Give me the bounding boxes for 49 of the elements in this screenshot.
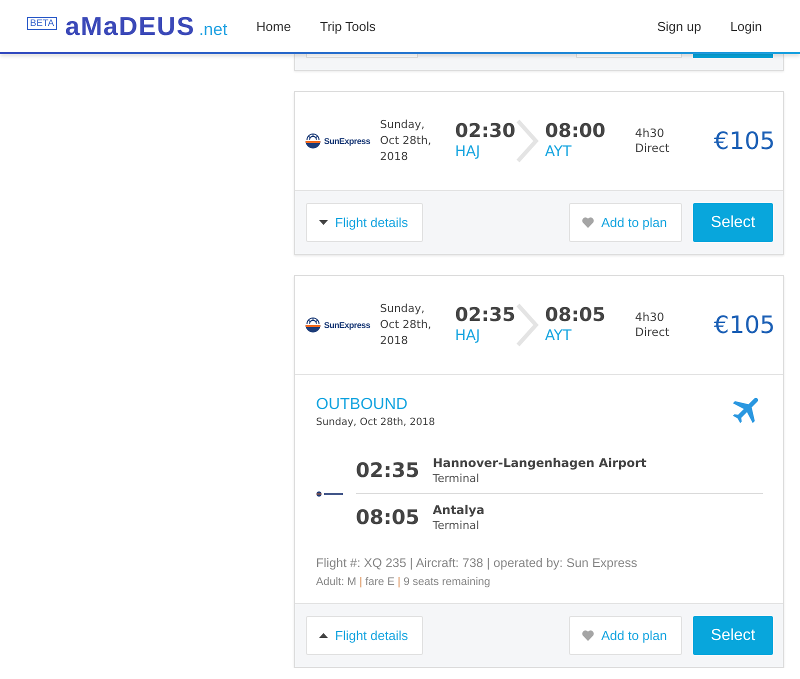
segment-time: 02:35 <box>356 458 420 482</box>
site-logo[interactable]: aMaDEUS <box>65 11 195 41</box>
flight-info: Flight #: XQ 235 | Aircraft: 738 | operated by: Sun Express <box>316 555 638 571</box>
nav-link[interactable]: Trip Tools <box>320 18 376 34</box>
departure-airport: HAJ <box>455 327 480 346</box>
airport-name: Antalya <box>432 502 484 518</box>
price: €105 <box>714 127 775 155</box>
fare-info: Adult: M | fare E | 9 seats remaining <box>316 575 492 589</box>
outbound-heading: OUTBOUND <box>316 396 408 414</box>
airport-name: Hannover-Langenhagen Airport <box>432 454 647 470</box>
segment-time: 08:05 <box>356 505 420 529</box>
departure-time: 02:35 <box>455 304 516 326</box>
stops: Direct <box>635 325 670 340</box>
beta-badge: BETA <box>27 16 58 30</box>
heart-icon <box>582 217 594 228</box>
flight-date: Sunday, Oct 28th, 2018 <box>380 117 432 165</box>
airline-name: SunExpress <box>324 320 370 330</box>
arrival-airport: AYT <box>545 327 572 346</box>
account-link[interactable]: Login <box>730 18 762 34</box>
duration: 4h30 <box>635 126 664 141</box>
select-button[interactable]: Select <box>693 203 773 242</box>
arrival-time: 08:05 <box>545 304 606 326</box>
price: €105 <box>714 311 775 339</box>
chevron-icon <box>515 119 539 163</box>
nav-link[interactable]: Home <box>256 18 291 34</box>
site-logo-suffix: .net <box>198 20 228 40</box>
airline-name: SunExpress <box>324 136 370 146</box>
arrival-time: 08:00 <box>545 120 606 142</box>
airline-logo-icon <box>305 317 321 333</box>
airline-logo-icon <box>316 490 344 496</box>
outbound-date: Sunday, Oct 28th, 2018 <box>316 416 436 430</box>
flight-details-button[interactable]: Flight details <box>306 616 423 655</box>
add-to-plan-button[interactable]: Add to plan <box>569 616 682 655</box>
heart-icon <box>582 630 594 641</box>
flight-date: Sunday, Oct 28th, 2018 <box>380 301 432 349</box>
add-to-plan-button[interactable]: Add to plan <box>569 203 682 242</box>
airline-logo-icon <box>305 133 321 149</box>
arrival-airport: AYT <box>545 143 572 162</box>
select-button[interactable]: Select <box>693 616 773 655</box>
stops: Direct <box>635 141 670 156</box>
terminal-label: Terminal <box>432 518 480 532</box>
duration: 4h30 <box>635 310 664 325</box>
account-link[interactable]: Sign up <box>657 18 702 34</box>
departure-airport: HAJ <box>455 143 480 162</box>
flight-details-button[interactable]: Flight details <box>306 203 423 242</box>
terminal-label: Terminal <box>432 470 480 486</box>
departure-time: 02:30 <box>455 120 516 142</box>
cut-off-button[interactable] <box>693 54 773 58</box>
chevron-icon <box>515 303 539 347</box>
